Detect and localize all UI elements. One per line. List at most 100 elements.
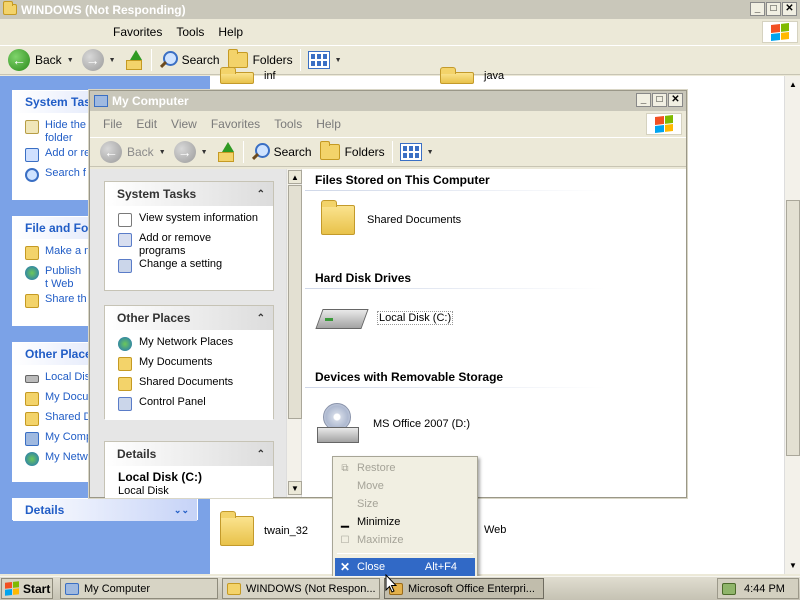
clock[interactable]: 4:44 PM	[744, 583, 785, 595]
task-change-setting[interactable]: Change a setting	[118, 258, 273, 278]
tray-icon[interactable]	[722, 582, 736, 595]
scrollbar-thumb[interactable]	[288, 185, 302, 419]
scrollbar-thumb[interactable]	[786, 200, 800, 456]
collapse-chevron-icon[interactable]: ⌃	[257, 189, 265, 200]
menu-favorites[interactable]: Favorites	[106, 25, 169, 39]
item-ms-office-d[interactable]: MS Office 2007 (D:)	[317, 403, 470, 445]
menu-item-maximize[interactable]: ☐ Maximize	[335, 531, 475, 549]
folder-icon	[220, 67, 254, 84]
views-icon	[399, 143, 422, 161]
taskbar-item-office[interactable]: Microsoft Office Enterpri...	[384, 578, 544, 599]
background-window-title: WINDOWS (Not Responding)	[21, 2, 186, 17]
panel-title: File and Fol	[25, 221, 92, 235]
menu-file[interactable]: File	[96, 117, 129, 131]
folder-icon	[321, 200, 355, 235]
scroll-up-icon[interactable]: ▲	[288, 170, 302, 184]
start-button[interactable]: Start	[1, 578, 53, 599]
task-pane-scrollbar[interactable]: ▲ ▼	[286, 169, 302, 497]
close-button[interactable]: ✕	[782, 2, 797, 16]
panel-header[interactable]: System Tasks ⌃	[105, 182, 273, 206]
background-window-titlebar[interactable]: WINDOWS (Not Responding) _ □ ✕	[0, 0, 800, 19]
menu-item-move[interactable]: Move	[335, 477, 475, 495]
back-button[interactable]: ← Back ▼	[96, 139, 170, 165]
panel-header[interactable]: Other Places ⌃	[105, 306, 273, 330]
collapse-chevron-icon[interactable]: ⌃	[257, 449, 265, 460]
search-icon	[251, 143, 270, 161]
close-button[interactable]: ✕	[668, 93, 683, 107]
panel-header[interactable]: Details ⌃	[105, 442, 273, 466]
item-shared-documents[interactable]: Shared Documents	[321, 200, 461, 235]
up-folder-icon	[124, 50, 144, 70]
up-folder-icon	[216, 142, 236, 162]
views-button[interactable]: ▼	[396, 139, 438, 165]
search-icon	[25, 168, 39, 182]
folder-item-web[interactable]: Web	[484, 524, 506, 536]
search-button[interactable]: Search	[247, 139, 316, 165]
task-label: Change a setting	[139, 258, 223, 270]
taskbar-item-windows[interactable]: WINDOWS (Not Respon...	[222, 578, 380, 599]
place-my-documents[interactable]: My Documents	[118, 356, 273, 376]
globe-icon	[25, 266, 39, 280]
search-label: Search	[181, 53, 220, 67]
up-folder-button[interactable]	[212, 139, 240, 165]
menu-item-restore[interactable]: ⧉ Restore	[335, 459, 475, 477]
folder-item-twain32[interactable]: twain_32	[220, 511, 309, 546]
scroll-down-icon[interactable]: ▼	[288, 481, 302, 495]
menu-help[interactable]: Help	[309, 117, 348, 131]
taskbar-item-my-computer[interactable]: My Computer	[60, 578, 218, 599]
menu-item-minimize[interactable]: ▁ Minimize	[335, 513, 475, 531]
shared-folder-icon	[118, 377, 132, 391]
menu-help[interactable]: Help	[211, 25, 250, 39]
folders-button[interactable]: Folders	[316, 139, 389, 165]
search-button[interactable]: Search	[155, 47, 224, 73]
shared-folder-icon	[25, 412, 39, 426]
menu-view[interactable]: View	[164, 117, 204, 131]
menu-tools[interactable]: Tools	[267, 117, 309, 131]
forward-button[interactable]: → ▼	[78, 47, 120, 73]
task-label: Microsoft Office Enterpri...	[408, 582, 535, 595]
place-my-network-places[interactable]: My Network Places	[118, 336, 273, 356]
menu-favorites[interactable]: Favorites	[204, 117, 267, 131]
task-view-system-info[interactable]: View system information	[118, 212, 273, 232]
computer-icon	[94, 95, 108, 107]
menu-label: Restore	[357, 462, 396, 474]
panel-title: Details	[25, 503, 65, 517]
background-vertical-scrollbar[interactable]: ▲ ▼	[784, 76, 800, 574]
maximize-icon: □	[656, 94, 663, 105]
collapse-chevron-icon[interactable]: ⌃	[257, 313, 265, 324]
back-arrow-icon: ←	[8, 49, 30, 71]
scroll-down-icon[interactable]: ▼	[786, 558, 800, 572]
minimize-button[interactable]: _	[636, 93, 651, 107]
folder-item-inf[interactable]: inf	[220, 67, 276, 84]
minimize-button[interactable]: _	[750, 2, 765, 16]
up-folder-button[interactable]	[120, 47, 148, 73]
place-shared-documents[interactable]: Shared Documents	[118, 376, 273, 396]
task-add-remove-programs[interactable]: Add or remove programs	[118, 232, 273, 258]
restore-icon: ⧉	[341, 462, 349, 474]
scroll-up-icon[interactable]: ▲	[786, 77, 800, 91]
place-control-panel[interactable]: Control Panel	[118, 396, 273, 416]
menu-tools[interactable]: Tools	[169, 25, 211, 39]
menu-item-size[interactable]: Size	[335, 495, 475, 513]
folder-item-java[interactable]: java	[440, 67, 504, 84]
maximize-button[interactable]: □	[766, 2, 781, 16]
panel-header[interactable]: Details ⌄⌄	[13, 499, 197, 521]
menu-item-close[interactable]: ✕ Close Alt+F4	[335, 558, 475, 576]
my-computer-titlebar[interactable]: My Computer _ □ ✕	[90, 91, 686, 111]
back-button[interactable]: ← Back ▼	[4, 47, 78, 73]
item-local-disk-c[interactable]: Local Disk (C:)	[317, 305, 454, 331]
details-name: Local Disk (C:)	[118, 470, 203, 484]
item-label: MS Office 2007 (D:)	[373, 418, 470, 430]
views-button[interactable]: ▼	[304, 47, 346, 73]
background-toolbar: ← Back ▼ → ▼ Search Folders ▼	[0, 45, 800, 75]
folders-label: Folders	[252, 53, 293, 67]
place-label: Shared Documents	[139, 376, 234, 388]
menu-label: Size	[357, 498, 379, 510]
folder-label: twain_32	[264, 525, 309, 537]
menu-edit[interactable]: Edit	[129, 117, 164, 131]
my-computer-body: System Tasks ⌃ View system information A…	[90, 169, 686, 498]
maximize-button[interactable]: □	[652, 93, 667, 107]
forward-button[interactable]: → ▼	[170, 139, 212, 165]
task-label: Publish t Web	[45, 265, 82, 290]
chevron-down-icon: ▼	[108, 56, 116, 64]
